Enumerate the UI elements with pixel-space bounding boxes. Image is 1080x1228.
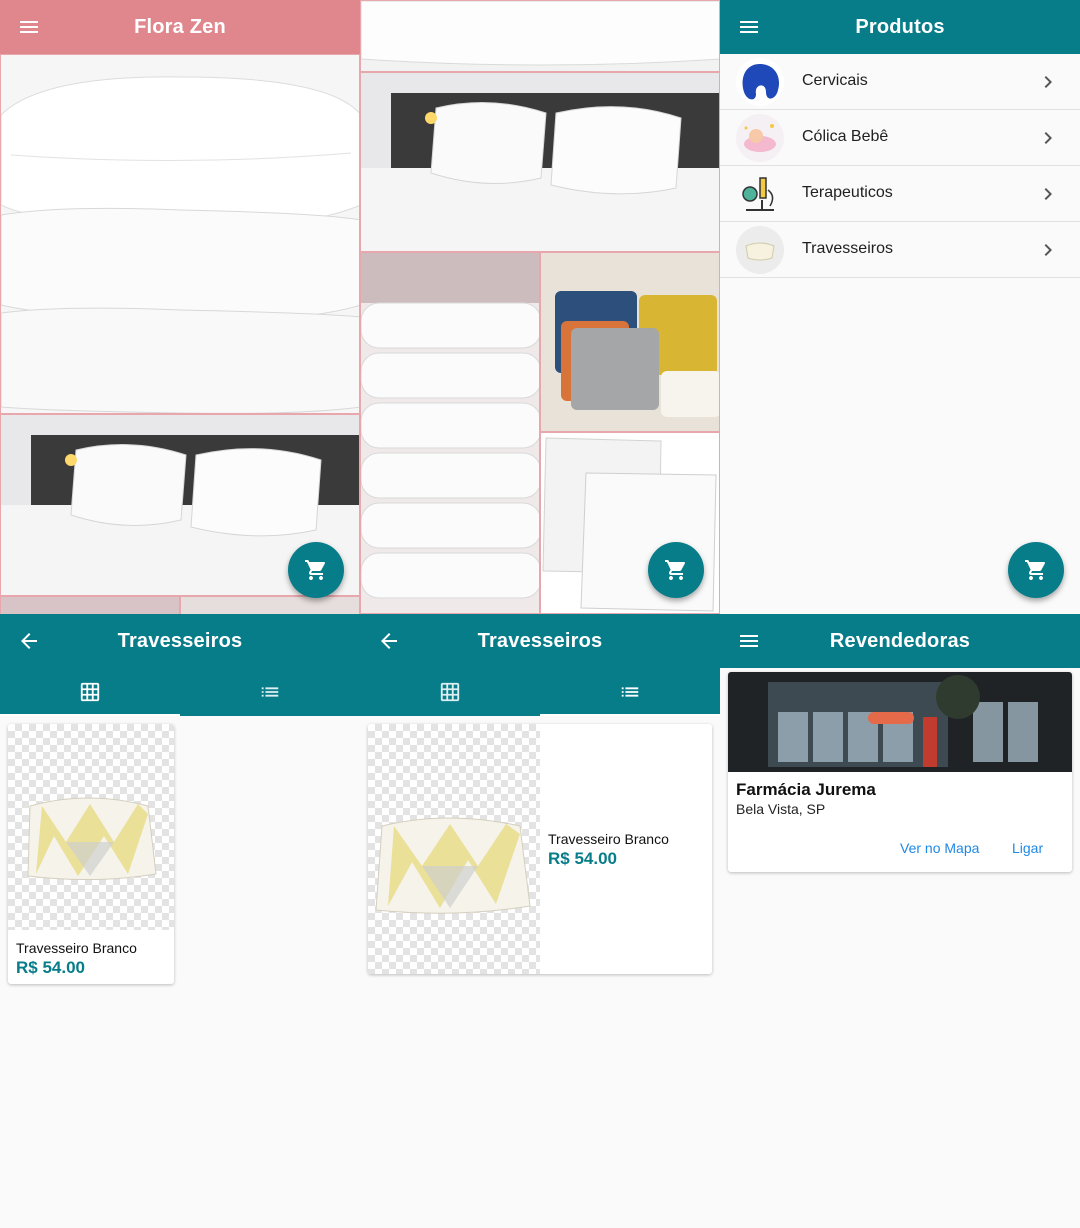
chevron-right-icon [1044, 244, 1052, 256]
menu-icon[interactable] [17, 15, 41, 39]
chevron-right-icon [1044, 132, 1052, 144]
product-price: R$ 54.00 [16, 958, 85, 977]
pillow-icon [736, 226, 784, 274]
app-bar: Travesseiros [0, 614, 360, 668]
chevron-right-icon [1044, 76, 1052, 88]
app-bar: Flora Zen [0, 0, 360, 54]
category-item-cervicais[interactable]: Cervicais [720, 54, 1080, 110]
view-tabs [0, 668, 360, 716]
back-arrow-icon[interactable] [377, 629, 401, 653]
category-item-travesseiros[interactable]: Travesseiros [720, 222, 1080, 278]
product-name: Travesseiro Branco [16, 940, 137, 956]
baby-icon [736, 114, 784, 162]
tab-list[interactable] [540, 668, 720, 716]
product-card[interactable]: Travesseiro Branco R$ 54.00 [8, 724, 174, 984]
list-icon [261, 687, 279, 697]
menu-icon[interactable] [737, 629, 761, 653]
pillow-top-photo[interactable] [360, 0, 720, 72]
product-price: R$ 54.00 [548, 849, 617, 868]
pillows-list-screen: Travesseiros Travesseiro Branco R$ 54.00 [360, 614, 720, 1228]
store-name: Farmácia Jurema [736, 780, 876, 799]
microscope-icon [736, 170, 784, 218]
pillow-photo-bottom-left[interactable] [0, 596, 180, 614]
app-title: Flora Zen [134, 15, 226, 38]
app-bar: Revendedoras [720, 614, 1080, 668]
back-arrow-icon[interactable] [17, 629, 41, 653]
pillow-photo-bottom-right[interactable] [180, 596, 360, 614]
category-label: Travesseiros [802, 240, 893, 257]
app-bar: Travesseiros [360, 614, 720, 668]
category-item-colica-bebe[interactable]: Cólica Bebê [720, 110, 1080, 166]
tab-grid[interactable] [360, 668, 540, 716]
list-icon [621, 687, 639, 697]
grid-icon [440, 682, 460, 702]
chevron-right-icon [1044, 188, 1052, 200]
products-screen: Produtos Cervicais Cólica Bebê Terapeuti… [720, 0, 1080, 614]
bed-photo-2[interactable] [360, 72, 720, 252]
product-image [8, 724, 174, 930]
category-label: Terapeuticos [802, 184, 893, 201]
tab-grid[interactable] [0, 668, 180, 716]
call-button[interactable]: Ligar [1012, 840, 1043, 856]
pillow-stack-photo[interactable] [0, 54, 360, 414]
pillows-grid-screen: Travesseiros Travesseiro Branco R$ 54.00 [0, 614, 360, 1228]
cart-button[interactable] [288, 542, 344, 598]
cart-button[interactable] [1008, 542, 1064, 598]
product-row-card[interactable]: Travesseiro Branco R$ 54.00 [368, 724, 712, 974]
product-name: Travesseiro Branco [548, 831, 669, 847]
store-photo [728, 672, 1072, 772]
page-title: Travesseiros [117, 629, 243, 652]
category-label: Cólica Bebê [802, 128, 889, 145]
resellers-screen: Revendedoras Farmácia Jurema Bela Vista,… [720, 614, 1080, 1228]
cart-icon [665, 560, 686, 580]
cart-button[interactable] [648, 542, 704, 598]
neck-pillow-icon [736, 58, 784, 106]
page-title: Produtos [855, 15, 945, 38]
category-label: Cervicais [802, 72, 868, 89]
cart-icon [305, 560, 326, 580]
product-image [368, 724, 540, 974]
store-card: Farmácia Jurema Bela Vista, SP Ver no Ma… [728, 672, 1072, 872]
gallery-screen [360, 0, 720, 614]
page-title: Travesseiros [477, 629, 603, 652]
store-location: Bela Vista, SP [736, 801, 826, 817]
cart-icon [1025, 560, 1046, 580]
page-title: Revendedoras [829, 629, 971, 652]
category-item-terapeuticos[interactable]: Terapeuticos [720, 166, 1080, 222]
view-tabs [360, 668, 720, 716]
colored-cushions-photo[interactable] [540, 252, 720, 432]
view-map-button[interactable]: Ver no Mapa [900, 840, 979, 856]
tab-list[interactable] [180, 668, 360, 716]
menu-icon[interactable] [737, 15, 761, 39]
home-screen: Flora Zen [0, 0, 360, 614]
grid-icon [80, 682, 100, 702]
folded-pillows-photo[interactable] [360, 252, 540, 614]
app-bar: Produtos [720, 0, 1080, 54]
